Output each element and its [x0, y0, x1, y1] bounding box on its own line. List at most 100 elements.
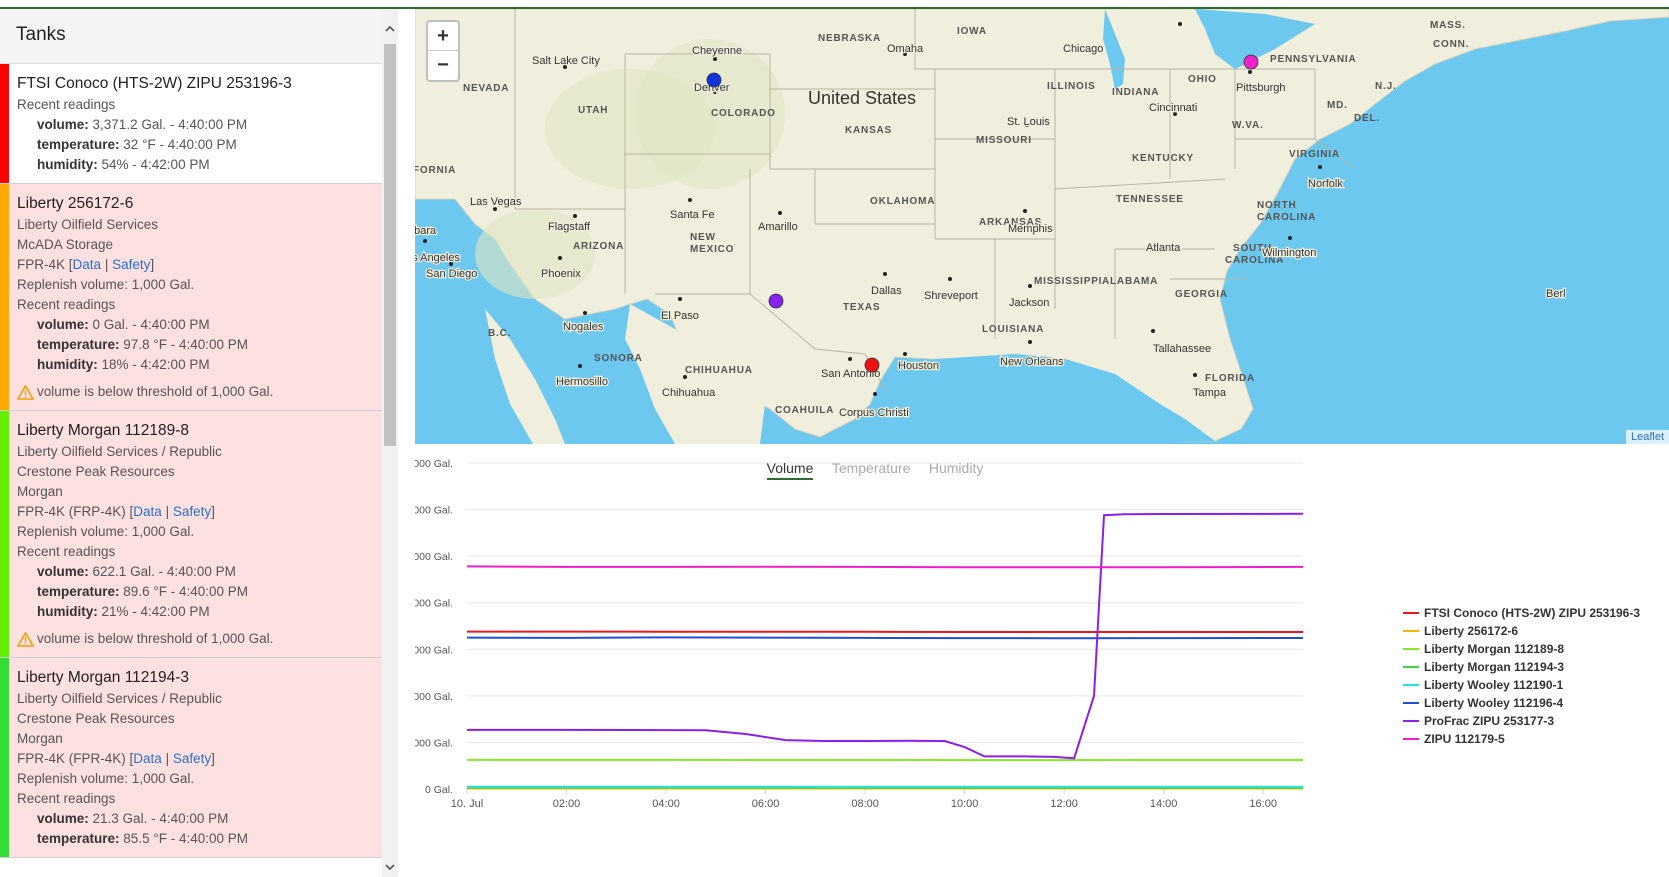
tank-card[interactable]: Liberty 256172-6 Liberty Oilfield Service… — [0, 184, 382, 411]
tank-name[interactable]: Liberty Morgan 112194-3 — [17, 668, 372, 688]
x-tick-label: 12:00 — [1050, 798, 1078, 810]
legend-item[interactable]: ProFrac ZIPU 253177-3 — [1403, 712, 1640, 730]
tank-card[interactable]: Liberty Morgan 112194-3 Liberty Oilfield … — [0, 658, 382, 858]
state-label: ILLINOIS — [1047, 81, 1096, 92]
tank-map[interactable]: NEBRASKA IOWA NEVADA UTAH COLORADO KANSAS MISS… — [415, 9, 1669, 444]
city-label: Dallas — [871, 285, 902, 297]
state-label: KANSAS — [845, 125, 892, 136]
city-dot — [558, 256, 562, 260]
tab-humidity[interactable]: Humidity — [929, 460, 983, 478]
tank-name[interactable]: Liberty 256172-6 — [17, 194, 372, 214]
tank-card[interactable]: FTSI Conoco (HTS-2W) ZIPU 253196-3 Recent… — [0, 64, 382, 184]
legend-item[interactable]: Liberty Wooley 112190-1 — [1403, 676, 1640, 694]
legend-label: Liberty Morgan 112189-8 — [1424, 642, 1565, 656]
reading-row: temperature: 85.5 °F - 4:40:00 PM — [17, 829, 372, 849]
legend-item[interactable]: Liberty Morgan 112194-3 — [1403, 658, 1640, 676]
zoom-in-button[interactable]: + — [428, 22, 458, 51]
city-label: Las Vegas — [470, 196, 522, 208]
tab-volume[interactable]: Volume — [766, 460, 814, 480]
reading-label: humidity: — [37, 604, 98, 619]
tank-marker[interactable] — [706, 72, 722, 88]
safety-link[interactable]: Safety — [173, 504, 211, 519]
tank-list: FTSI Conoco (HTS-2W) ZIPU 253196-3 Recent… — [0, 64, 382, 877]
tank-company: Liberty Oilfield Services / Republic — [17, 444, 222, 459]
legend-item[interactable]: Liberty Morgan 112189-8 — [1403, 640, 1640, 658]
city-label: Atlanta — [1146, 242, 1181, 254]
legend-item[interactable]: FTSI Conoco (HTS-2W) ZIPU 253196-3 — [1403, 604, 1640, 622]
legend-item[interactable]: Liberty 256172-6 — [1403, 622, 1640, 640]
scroll-down-arrow-icon[interactable] — [382, 859, 398, 875]
state-label: CAROLINA — [1257, 212, 1316, 223]
scroll-thumb[interactable] — [384, 44, 396, 446]
x-tick-label: 14:00 — [1150, 798, 1178, 810]
reading-label: temperature: — [37, 337, 120, 352]
chart-tabs: Volume Temperature Humidity — [415, 460, 1335, 480]
city-dot — [1151, 329, 1155, 333]
sidebar-scrollbar[interactable] — [382, 9, 398, 877]
tank-marker[interactable] — [768, 293, 784, 309]
tank-location: McADA Storage — [17, 237, 114, 252]
city-dot — [578, 364, 582, 368]
tank-name[interactable]: FTSI Conoco (HTS-2W) ZIPU 253196-3 — [17, 74, 372, 94]
reading-value: 89.6 °F - 4:40:00 PM — [123, 584, 249, 599]
legend-label: ZIPU 112179-5 — [1424, 732, 1505, 746]
legend-swatch — [1403, 702, 1419, 704]
city-label: Tallahassee — [1153, 343, 1211, 355]
city-label: Cheyenne — [692, 45, 742, 57]
series-line — [466, 565, 1304, 569]
state-label: FORNIA — [415, 165, 456, 176]
legend-label: Liberty Wooley 112190-1 — [1424, 678, 1564, 692]
reading-value: 0 Gal. - 4:40:00 PM — [92, 317, 210, 332]
data-link[interactable]: Data — [73, 257, 102, 272]
chart-panel: 0 Gal. 1,000 Gal. 2,000 Gal. 3,000 Gal. 4,00… — [415, 444, 1669, 877]
leaflet-attribution-link[interactable]: Leaflet — [1625, 430, 1669, 444]
city-dot — [683, 375, 687, 379]
tank-card[interactable]: Liberty Morgan 112189-8 Liberty Oilfield … — [0, 411, 382, 658]
city-dot — [1028, 340, 1032, 344]
x-tick-label: 02:00 — [553, 798, 581, 810]
city-label: Cincinnati — [1149, 102, 1197, 114]
city-label: Salt Lake City — [532, 55, 600, 67]
y-tick-label: 2,000 Gal. — [415, 691, 453, 703]
reading-row: humidity: 21% - 4:42:00 PM — [17, 602, 372, 622]
tank-name[interactable]: Liberty Morgan 112189-8 — [17, 421, 372, 441]
state-label: CHIHUAHUA — [685, 365, 753, 376]
reading-label: humidity: — [37, 357, 98, 372]
state-label: TENNESSEE — [1116, 194, 1184, 205]
city-dot — [903, 352, 907, 356]
reading-label: temperature: — [37, 584, 120, 599]
data-link[interactable]: Data — [133, 751, 162, 766]
state-label: PENNSYLVANIA — [1270, 54, 1356, 65]
x-tick-label: 04:00 — [652, 798, 680, 810]
legend-item[interactable]: Liberty Wooley 112196-4 — [1403, 694, 1640, 712]
safety-link[interactable]: Safety — [173, 751, 211, 766]
scroll-up-arrow-icon[interactable] — [382, 21, 398, 37]
city-label: Chicago — [1063, 43, 1103, 55]
city-label: Pittsburgh — [1236, 82, 1286, 94]
y-tick-label: 1,000 Gal. — [415, 737, 453, 749]
state-label: INDIANA — [1112, 87, 1159, 98]
x-tick-label: 10:00 — [951, 798, 979, 810]
state-label: ARIZONA — [573, 241, 624, 252]
zoom-out-button[interactable]: − — [428, 51, 458, 80]
data-link[interactable]: Data — [133, 504, 162, 519]
replenish-volume: Replenish volume: 1,000 Gal. — [17, 524, 195, 539]
city-dot — [1248, 70, 1252, 74]
reading-value: 85.5 °F - 4:40:00 PM — [123, 831, 249, 846]
safety-link[interactable]: Safety — [112, 257, 150, 272]
warning-icon — [17, 384, 34, 400]
tab-temperature[interactable]: Temperature — [832, 460, 911, 478]
tank-marker[interactable] — [1243, 54, 1259, 70]
state-label: TEXAS — [843, 302, 880, 313]
reading-label: temperature: — [37, 831, 120, 846]
reading-row: humidity: 18% - 4:42:00 PM — [17, 355, 372, 375]
sidebar-title: Tanks — [16, 24, 66, 45]
tank-marker[interactable] — [864, 357, 880, 373]
city-dot — [1288, 236, 1292, 240]
legend-item[interactable]: ZIPU 112179-5 — [1403, 730, 1640, 748]
city-label: San Diego — [426, 268, 477, 280]
tank-model: FPR-4K — [17, 257, 66, 272]
state-label: FLORIDA — [1205, 373, 1255, 384]
city-label: St. Louis — [1007, 116, 1050, 128]
x-tick-label: 10. Jul — [451, 798, 483, 810]
